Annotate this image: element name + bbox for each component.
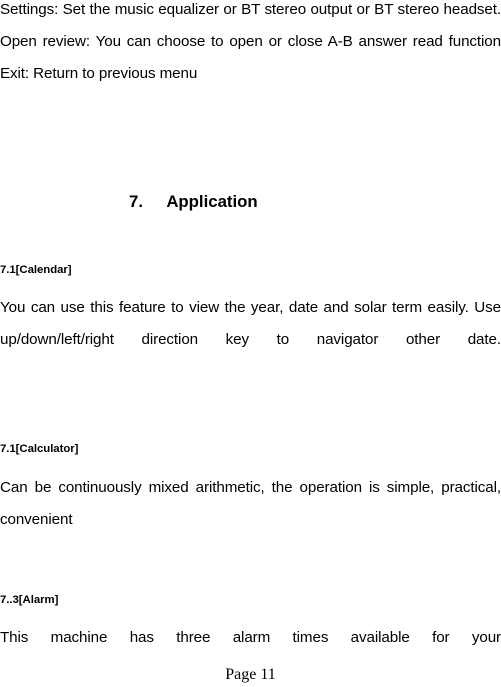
subsection-heading-calculator: 7.1[Calculator] bbox=[0, 443, 79, 455]
subsection-heading-calendar: 7.1[Calendar] bbox=[0, 264, 72, 276]
intro-block: Settings: Set the music equalizer or BT … bbox=[0, 0, 501, 90]
section-heading: 7. Application bbox=[129, 192, 258, 211]
subsection-body-calculator-block: Can be continuously mixed arithmetic, th… bbox=[0, 472, 501, 536]
document-page: Settings: Set the music equalizer or BT … bbox=[0, 0, 501, 687]
page-number-footer: Page 11 bbox=[225, 666, 276, 683]
intro-line-exit: Exit: Return to previous menu bbox=[0, 65, 198, 82]
intro-line-open-review: Open review: You can choose to open or c… bbox=[0, 33, 501, 50]
intro-line-settings: Settings: Set the music equalizer or BT … bbox=[0, 1, 501, 18]
subsection-heading-alarm: 7..3[Alarm] bbox=[0, 594, 59, 606]
subsection-body-calculator: Can be continuously mixed arithmetic, th… bbox=[0, 479, 501, 528]
subsection-body-alarm: This machine has three alarm times avail… bbox=[0, 629, 501, 646]
subsection-body-calendar: You can use this feature to view the yea… bbox=[0, 299, 501, 348]
subsection-body-alarm-block: This machine has three alarm times avail… bbox=[0, 622, 501, 654]
subsection-body-calendar-block: You can use this feature to view the yea… bbox=[0, 292, 501, 356]
